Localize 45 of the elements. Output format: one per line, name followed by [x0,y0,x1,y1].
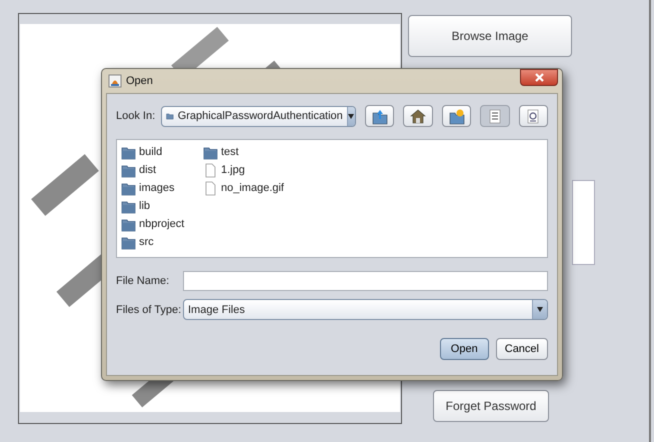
toolbar-button[interactable] [403,105,433,127]
caret-icon [348,114,354,118]
file-name-label: File Name: [116,275,170,287]
forget-password-button[interactable]: Forget Password [433,390,549,422]
look-in-label: Look In: [116,110,154,122]
folder-icon [121,198,136,214]
browse-image-button[interactable]: Browse Image [408,15,572,57]
file-item[interactable]: no_image.gif [221,182,284,194]
file-item[interactable]: dist [139,164,156,176]
toolbar-button[interactable] [518,105,548,127]
folder-icon [121,216,136,232]
file-item[interactable]: build [139,146,162,158]
new-folder-icon [448,108,466,124]
dropdown-value: Image Files [188,304,245,316]
folder-icon [121,234,136,250]
open-button[interactable]: Open [440,338,489,360]
toolbar-button[interactable] [365,105,394,127]
file-item[interactable]: images [139,182,174,194]
file-item[interactable]: test [221,146,239,158]
file-type-dropdown[interactable]: Image Files [183,299,548,320]
folder-icon [203,144,218,160]
caret-icon [537,307,543,312]
file-item[interactable]: src [139,236,154,248]
file-item[interactable]: lib [139,200,150,212]
look-in-dropdown[interactable]: GraphicalPasswordAuthentication [161,106,356,126]
app-icon [108,74,122,88]
cancel-button[interactable]: Cancel [496,338,548,360]
folder-icon [121,180,136,196]
file-item[interactable]: nbproject [139,218,184,230]
files-of-type-label: Files of Type: [116,304,182,316]
folder-icon [121,144,136,160]
file-icon [203,180,218,196]
file-icon [203,162,218,178]
home-icon [409,108,428,124]
dropdown-value: GraphicalPasswordAuthentication [178,110,343,122]
toolbar-button[interactable] [480,105,510,127]
file-name-field[interactable] [183,271,548,291]
window-title: Open [126,75,153,87]
close-button[interactable] [520,69,558,86]
close-icon [534,73,544,82]
folder-up-icon [370,108,389,124]
file-list[interactable]: build dist images lib nbproject src test 1.jpg no_image.gif [116,139,548,258]
file-item[interactable]: 1.jpg [221,164,245,176]
folder-icon [121,162,136,178]
toolbar-button[interactable] [442,105,472,127]
